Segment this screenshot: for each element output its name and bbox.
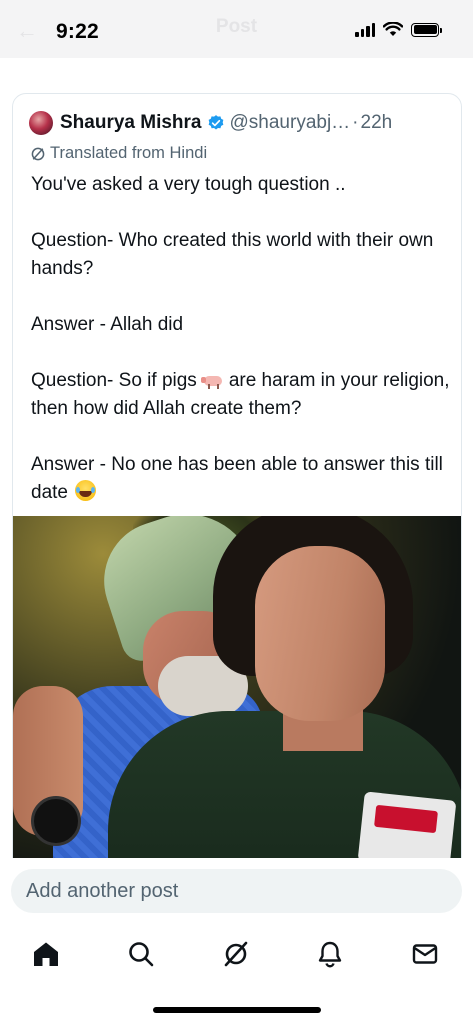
home-icon: [34, 942, 58, 966]
grok-tab[interactable]: [218, 936, 254, 972]
post-line-pig: Question- So if pigs are haram in your re…: [31, 367, 451, 423]
post-line-part: Question- So if pigs: [31, 370, 197, 391]
laughing-emoji-icon: [75, 480, 97, 501]
avatar[interactable]: [29, 111, 53, 135]
translated-text: Translated from Hindi: [50, 144, 208, 162]
pig-emoji-icon: [200, 373, 225, 389]
status-bar: ← Post 9:22: [0, 0, 473, 58]
home-indicator[interactable]: [153, 1007, 321, 1013]
speaker-face: [255, 546, 385, 721]
add-post-input[interactable]: Add another post: [11, 869, 462, 913]
post-line: You've asked a very tough question ..: [31, 174, 346, 195]
wifi-icon: [383, 22, 403, 36]
translated-label[interactable]: Translated from Hindi: [31, 144, 207, 163]
status-icons: [355, 22, 442, 37]
author-handle[interactable]: @shauryabj…: [230, 112, 351, 134]
translate-icon: [31, 147, 45, 160]
battery-icon: [411, 22, 442, 37]
author-name[interactable]: Shaurya Mishra: [60, 112, 202, 134]
post-line-laugh: Answer - No one has been able to answer …: [31, 451, 451, 507]
post-line: Question- Who created this world with th…: [31, 230, 434, 279]
search-icon: [129, 942, 154, 967]
post-body: You've asked a very tough question .. Qu…: [31, 171, 451, 507]
post-time[interactable]: 22h: [361, 112, 393, 134]
post-line: Answer - Allah did: [31, 314, 184, 335]
cellular-signal-icon: [355, 22, 375, 37]
notifications-tab[interactable]: [312, 936, 348, 972]
separator-dot: ·: [352, 112, 359, 133]
notifications-icon: [318, 941, 342, 968]
wristwatch: [31, 796, 81, 846]
status-time: 9:22: [56, 20, 99, 43]
grok-icon: [224, 941, 248, 967]
post-media-image[interactable]: [13, 516, 461, 892]
reply-composer: Add another post: [0, 858, 473, 918]
messages-icon: [412, 944, 438, 964]
messages-tab[interactable]: [407, 936, 443, 972]
quoted-post-card[interactable]: Shaurya Mishra @shauryabj… · 22h Transla…: [12, 93, 462, 893]
bottom-tab-bar: [0, 918, 473, 1023]
search-tab[interactable]: [123, 936, 159, 972]
post-header: Shaurya Mishra @shauryabj… · 22h: [29, 110, 392, 136]
home-tab[interactable]: [28, 936, 64, 972]
verified-badge-icon: [208, 115, 223, 130]
